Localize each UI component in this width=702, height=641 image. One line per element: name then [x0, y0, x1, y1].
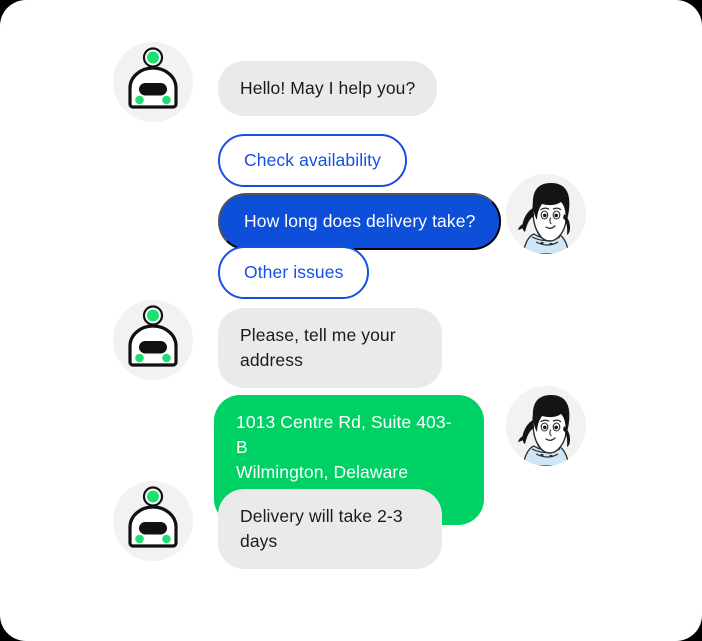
robot-avatar-icon	[113, 481, 193, 561]
message-row-bot-delivery: Delivery will take 2-3 days	[113, 481, 442, 569]
message-bubble: Delivery will take 2-3 days	[218, 489, 442, 569]
woman-avatar-icon	[506, 386, 586, 466]
message-bubble: Hello! May I help you?	[218, 61, 438, 116]
chat-conversation-card: Hello! May I help you? Check availabilit…	[0, 0, 702, 641]
quick-reply-other-issues[interactable]: Other issues	[218, 246, 370, 299]
message-bubble: Please, tell me your address	[218, 308, 442, 388]
woman-avatar-icon	[506, 174, 586, 254]
quick-reply-how-long-delivery[interactable]: How long does delivery take?	[218, 193, 502, 250]
quick-reply-check-availability[interactable]: Check availability	[218, 134, 407, 187]
robot-avatar-icon	[113, 300, 193, 380]
message-row-bot-address-ask: Please, tell me your address	[113, 300, 442, 388]
robot-avatar-icon	[113, 42, 193, 122]
message-row-bot-greeting: Hello! May I help you?	[113, 42, 438, 122]
